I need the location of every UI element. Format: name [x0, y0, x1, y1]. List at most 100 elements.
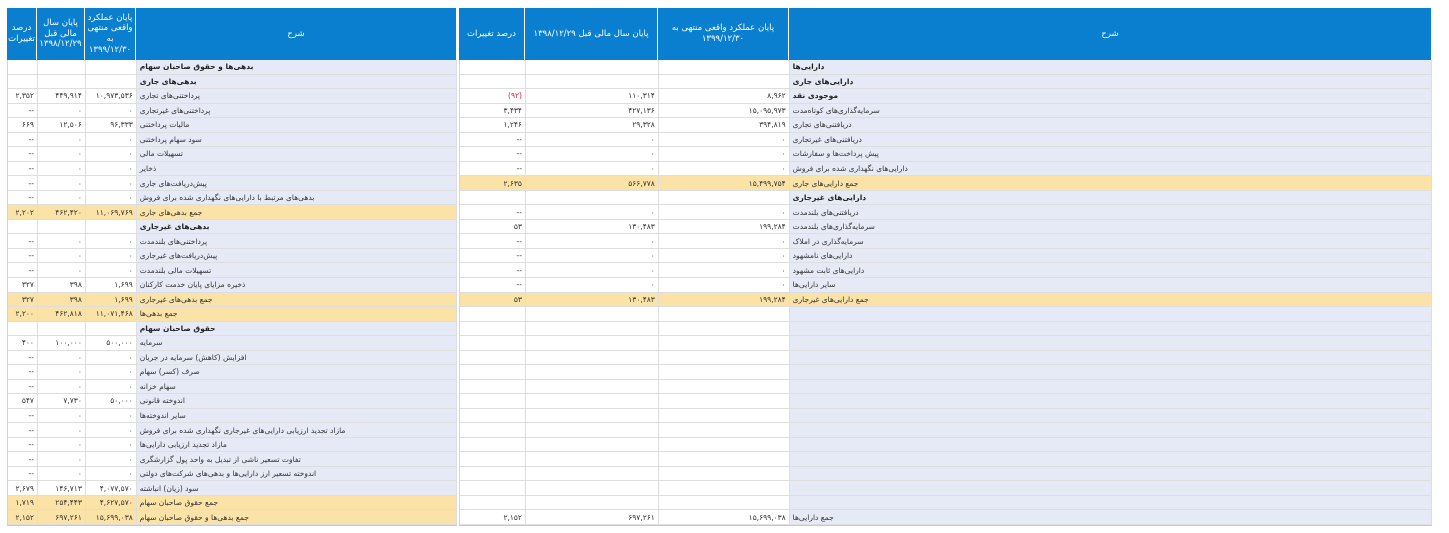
- description-cell: [789, 495, 1432, 510]
- change-percent-cell: ۲,۲۰۲: [8, 205, 38, 219]
- description-cell: حقوق صاحبان سهام: [136, 321, 457, 336]
- description-cell: سرمایه: [136, 336, 457, 350]
- header-description: شرح: [136, 8, 457, 60]
- change-percent-cell: --: [460, 263, 526, 277]
- table-row: دارایی‌ها: [460, 60, 1432, 75]
- previous-year-cell: ۱۳۰,۴۸۳: [526, 219, 659, 234]
- current-period-cell: ۰: [86, 263, 137, 277]
- description-cell: دارایی‌های نامشهود: [789, 248, 1432, 263]
- description-cell: [789, 379, 1432, 394]
- table-row: ۳,۴۳۴ ۴۲۷,۱۳۶ ۱۵,۰۹۵,۹۷۳ سرمایه‌گذاری‌های ک…: [460, 103, 1432, 119]
- change-percent-cell: [460, 336, 526, 350]
- description-cell: جمع دارایی‌ها: [789, 510, 1432, 524]
- description-cell: جمع بدهی‌ها: [136, 307, 457, 321]
- previous-year-cell: ۱۳۰,۴۸۳: [525, 292, 659, 307]
- previous-year-cell: ۰: [38, 350, 86, 365]
- description-cell: [789, 365, 1432, 379]
- change-percent-cell: ۶۶۹: [8, 118, 38, 132]
- description-cell: [789, 452, 1432, 466]
- current-period-cell: ۴,۶۲۷,۵۷۰: [85, 495, 137, 510]
- previous-year-cell: [526, 394, 659, 408]
- previous-year-cell: ۰: [526, 263, 659, 277]
- change-percent-cell: ۲,۳۵۲: [8, 89, 38, 103]
- table-row: ۱,۲۴۶ ۲۹,۳۲۸ ۳۹۴,۸۱۹ دریافتنی‌های تجاری: [460, 118, 1432, 133]
- current-period-cell: ۰: [86, 365, 137, 379]
- change-percent-cell: [8, 321, 38, 336]
- change-percent-cell: --: [8, 176, 38, 190]
- description-cell: موجودی نقد: [789, 89, 1432, 103]
- previous-year-cell: ۴۶۲,۴۲۰: [37, 205, 86, 219]
- description-cell: بدهی‌های مرتبط با دارایی‌های نگهداری شده…: [136, 190, 457, 205]
- previous-year-cell: [38, 74, 86, 89]
- description-cell: اندوخته قانونی: [136, 394, 457, 408]
- table-row: [460, 466, 1432, 482]
- table-row: [460, 307, 1432, 322]
- previous-year-cell: ۰: [38, 103, 86, 118]
- description-cell: سرمایه‌گذاری در املاک: [789, 234, 1432, 248]
- description-cell: دارایی‌های ثابت مشهود: [789, 263, 1432, 277]
- table-row: ۵۳ ۱۳۰,۴۸۳ ۱۹۹,۲۸۴ جمع دارایی‌های غیرجاری: [460, 292, 1432, 308]
- previous-year-cell: ۲۵۴,۴۴۳: [37, 495, 86, 510]
- description-cell: سود سهام پرداختنی: [136, 132, 457, 147]
- description-cell: پیش پرداخت‌ها و سفارشات: [789, 147, 1432, 161]
- current-period-cell: [659, 190, 790, 205]
- description-cell: دریافتنی‌های بلندمدت: [789, 205, 1432, 219]
- previous-year-cell: [526, 466, 659, 481]
- change-percent-cell: --: [8, 248, 38, 263]
- previous-year-cell: [526, 336, 659, 350]
- table-row: ۱,۷۱۹ ۲۵۴,۴۴۳ ۴,۶۲۷,۵۷۰ جمع حقوق صاحبان سها…: [8, 495, 457, 511]
- description-cell: جمع حقوق صاحبان سهام: [136, 495, 457, 510]
- current-period-cell: ۱۵,۶۹۹,۰۳۸: [659, 510, 790, 524]
- current-period-cell: ۰: [86, 248, 137, 263]
- previous-year-cell: ۰: [526, 248, 659, 263]
- current-period-cell: ۹۶,۳۳۳: [86, 118, 137, 132]
- previous-year-cell: ۱۴۶,۷۱۳: [38, 481, 86, 495]
- previous-year-cell: ۰: [38, 176, 86, 190]
- current-period-cell: ۰: [659, 161, 790, 176]
- table-row: ۳۲۷ ۳۹۸ ۱,۶۹۹ جمع بدهی‌های غیرجاری: [8, 292, 457, 308]
- description-cell: پرداختنی‌های تجاری: [136, 89, 457, 103]
- current-period-cell: ۱,۶۹۹: [85, 292, 137, 307]
- description-cell: [789, 423, 1432, 437]
- description-cell: پیش‌دریافت‌های جاری: [136, 176, 457, 190]
- table-body: بدهی‌ها و حقوق صاحبان سهام بدهی‌های جاری ۲…: [7, 60, 457, 526]
- previous-year-cell: ۴۲۷,۱۳۶: [526, 103, 659, 118]
- table-row: ۲,۳۵۲ ۴۴۹,۹۱۴ ۱۰,۹۷۳,۵۳۶ پرداختنی‌های تجاری: [8, 89, 457, 104]
- previous-year-cell: ۴۴۹,۹۱۴: [38, 89, 86, 103]
- table-row: ۲,۲۰۲ ۴۶۲,۴۲۰ ۱۱,۰۶۹,۷۶۹ جمع بدهی‌های جاری: [8, 205, 457, 220]
- assets-table: درصد تغییرات پایان سال مالی قبل ۱۳۹۸/۱۲/…: [459, 8, 1432, 526]
- table-row: -- ۰ ۰ پرداختنی‌های بلندمدت: [8, 234, 457, 249]
- previous-year-cell: ۰: [38, 234, 86, 248]
- previous-year-cell: [526, 190, 659, 205]
- change-percent-cell: [8, 219, 38, 234]
- current-period-cell: ۰: [86, 132, 137, 147]
- change-percent-cell: --: [460, 248, 526, 263]
- change-percent-cell: --: [460, 205, 526, 219]
- table-row: -- ۰ ۰ صرف (کسر) سهام: [8, 365, 457, 380]
- table-row: ۲,۲۰۰ ۴۶۲,۸۱۸ ۱۱,۰۷۱,۴۶۸ جمع بدهی‌ها: [8, 307, 457, 322]
- description-cell: [789, 466, 1432, 481]
- current-period-cell: ۰: [86, 147, 137, 161]
- table-row: -- ۰ ۰ پیش پرداخت‌ها و سفارشات: [460, 147, 1432, 162]
- previous-year-cell: [526, 307, 659, 321]
- previous-year-cell: ۰: [38, 408, 86, 423]
- description-cell: دارایی‌ها: [789, 60, 1432, 74]
- change-percent-cell: --: [8, 161, 38, 176]
- change-percent-cell: [460, 74, 526, 89]
- change-percent-cell: ۲,۱۵۲: [460, 510, 526, 524]
- table-row: [460, 437, 1432, 453]
- current-period-cell: [659, 481, 790, 495]
- description-cell: دریافتنی‌های غیرتجاری: [789, 132, 1432, 147]
- table-header: درصد تغییرات پایان سال مالی قبل ۱۳۹۸/۱۲/…: [459, 8, 1432, 60]
- previous-year-cell: [526, 495, 659, 510]
- change-percent-cell: [460, 394, 526, 408]
- table-row: -- ۰ ۰ تفاوت تسعیر ناشی از تبدیل به واحد پو…: [8, 452, 457, 467]
- previous-year-cell: [526, 321, 659, 336]
- change-percent-cell: --: [8, 408, 38, 423]
- description-cell: تسهیلات مالی بلندمدت: [136, 263, 457, 277]
- current-period-cell: ۱۱,۰۷۱,۴۶۸: [85, 307, 137, 321]
- previous-year-cell: [526, 452, 659, 466]
- table-body: دارایی‌ها دارایی‌های جاری (۹۲) ۱۱۰,۳۱۴ ۸,۹۶۲…: [459, 60, 1432, 526]
- change-percent-cell: ۲,۲۰۰: [8, 307, 38, 321]
- change-percent-cell: --: [8, 379, 38, 394]
